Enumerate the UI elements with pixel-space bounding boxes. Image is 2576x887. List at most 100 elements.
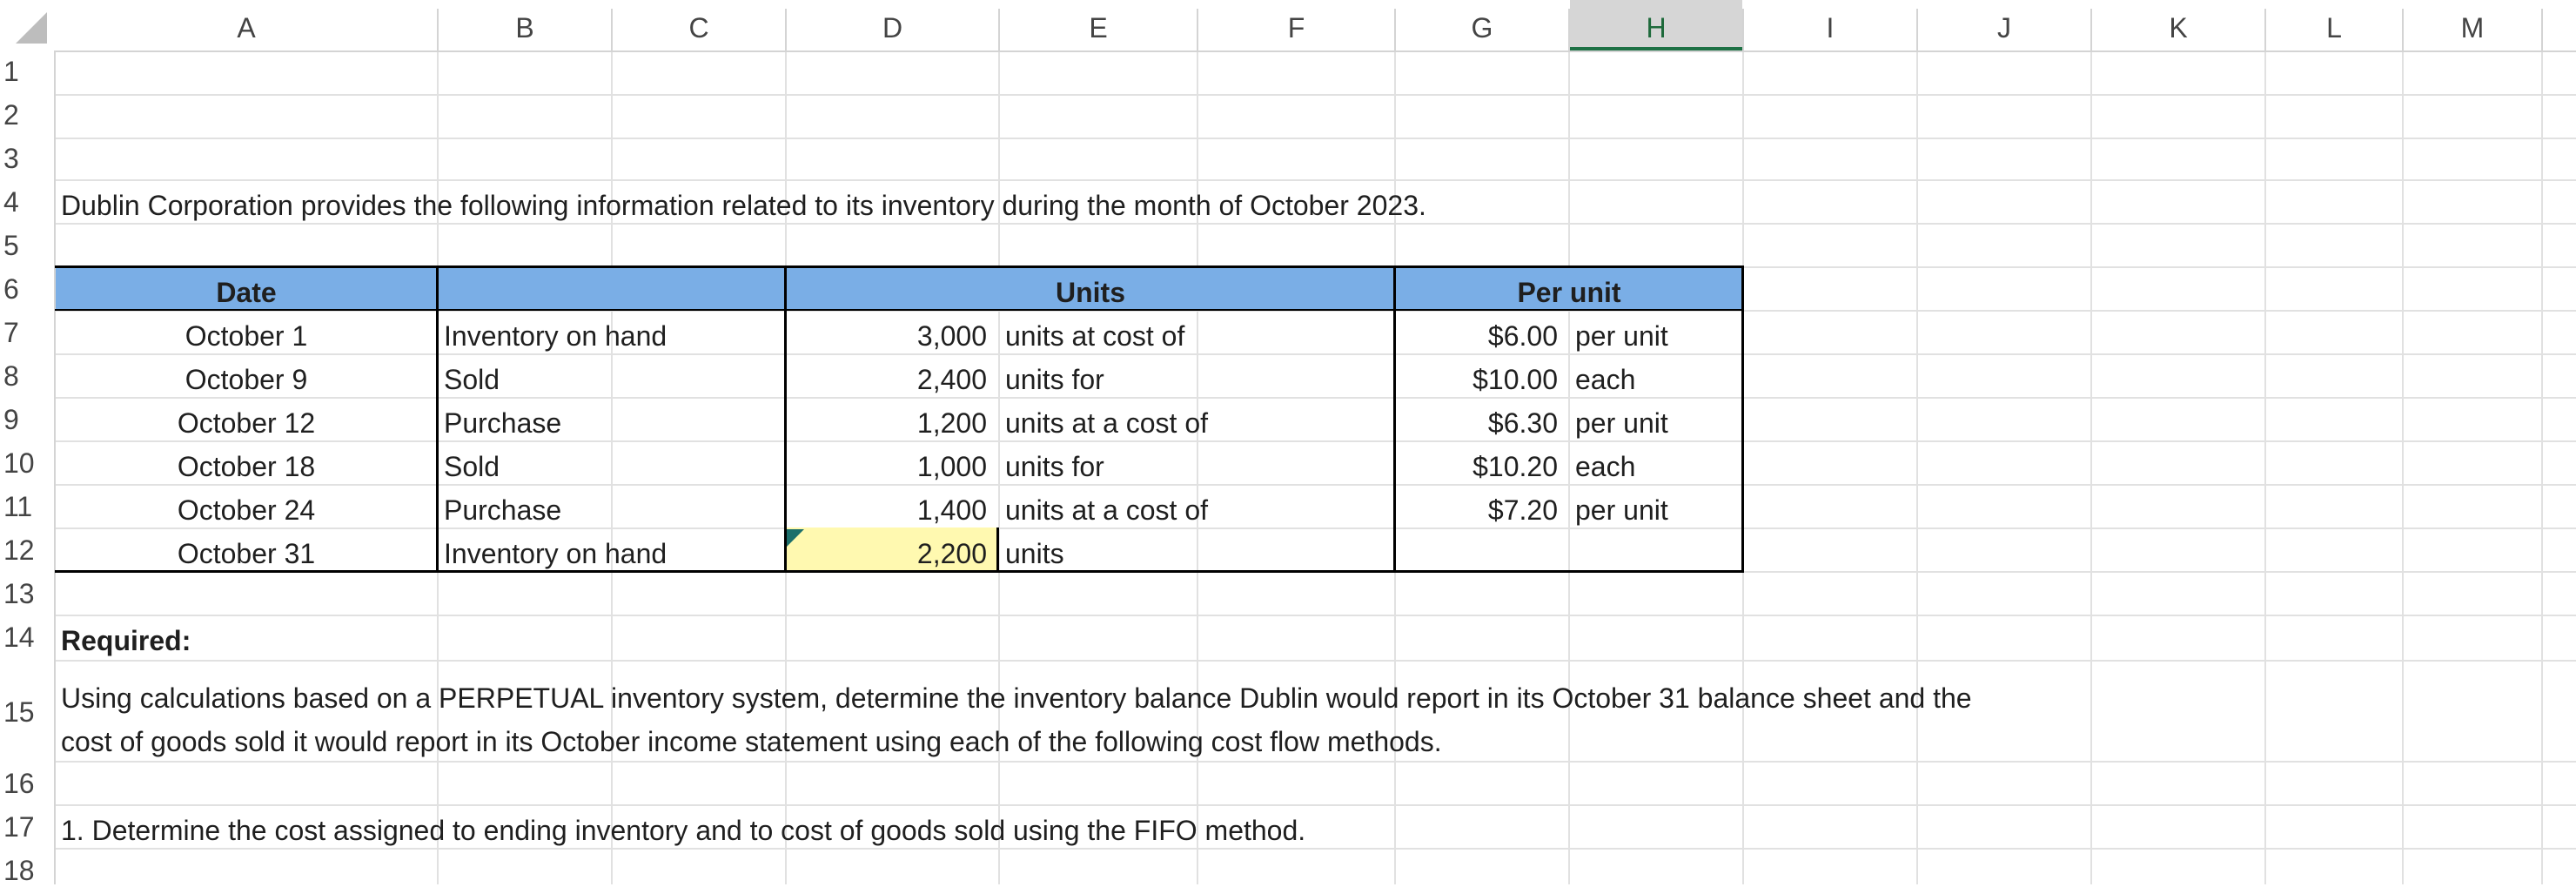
row-header-4[interactable]: 4 xyxy=(0,186,30,218)
column-header-l[interactable]: L xyxy=(2266,0,2402,50)
grid-line xyxy=(2264,50,2266,884)
table-date[interactable]: October 1 xyxy=(56,322,437,350)
intro-text[interactable]: Dublin Corporation provides the followin… xyxy=(61,192,1426,219)
row-header-5[interactable]: 5 xyxy=(0,230,30,262)
column-header-bar: A B C D E F G H I J K L M xyxy=(0,0,2576,52)
row-header-12[interactable]: 12 xyxy=(0,534,30,567)
table-units-text[interactable]: units at a cost of xyxy=(1005,409,1208,437)
grid-line xyxy=(54,848,2576,850)
table-date[interactable]: October 24 xyxy=(56,496,437,524)
grid-line xyxy=(2541,50,2543,884)
table-units-text[interactable]: units at a cost of xyxy=(1005,496,1208,524)
select-all-corner[interactable] xyxy=(16,12,47,44)
row-header-15[interactable]: 15 xyxy=(0,696,30,729)
table-date[interactable]: October 12 xyxy=(56,409,437,437)
table-units-text[interactable]: units at cost of xyxy=(1005,322,1184,350)
table-description[interactable]: Purchase xyxy=(444,409,561,437)
table-units-text[interactable]: units for xyxy=(1005,453,1104,480)
required-label[interactable]: Required: xyxy=(61,627,191,655)
grid-line xyxy=(611,50,613,884)
grid-line xyxy=(1916,50,1918,884)
table-price[interactable]: $6.30 xyxy=(1396,409,1558,437)
table-description[interactable]: Inventory on hand xyxy=(444,540,667,568)
table-price-text[interactable]: per unit xyxy=(1575,322,1668,350)
grid-line xyxy=(54,353,2576,355)
table-units-text[interactable]: units for xyxy=(1005,366,1104,393)
cell-border xyxy=(996,527,999,571)
column-header-c[interactable]: C xyxy=(613,0,785,50)
column-header-h[interactable]: H xyxy=(1570,0,1742,50)
table-description[interactable]: Sold xyxy=(444,366,500,393)
table-price-text[interactable]: per unit xyxy=(1575,496,1668,524)
column-header-e[interactable]: E xyxy=(1000,0,1197,50)
table-price[interactable]: $10.00 xyxy=(1396,366,1558,393)
column-separator[interactable] xyxy=(2541,9,2543,50)
column-header-b[interactable]: B xyxy=(439,0,611,50)
row-header-1[interactable]: 1 xyxy=(0,56,30,88)
table-description[interactable]: Inventory on hand xyxy=(444,322,667,350)
grid-line xyxy=(54,440,2576,442)
grid-line xyxy=(54,179,2576,181)
question-1[interactable]: 1. Determine the cost assigned to ending… xyxy=(61,816,1305,844)
table-units[interactable]: 1,400 xyxy=(787,496,987,524)
table-units-text[interactable]: units xyxy=(1005,540,1064,568)
table-description[interactable]: Purchase xyxy=(444,496,561,524)
table-price[interactable]: $6.00 xyxy=(1396,322,1558,350)
table-date[interactable]: October 31 xyxy=(56,540,437,568)
table-date[interactable]: October 9 xyxy=(56,366,437,393)
table-units[interactable]: 2,400 xyxy=(787,366,987,393)
row-header-bar: 1 2 3 4 5 6 7 8 9 10 11 12 13 14 15 16 1… xyxy=(0,50,56,884)
table-price[interactable]: $7.20 xyxy=(1396,496,1558,524)
row-header-17[interactable]: 17 xyxy=(0,811,30,843)
grid-line xyxy=(54,527,2576,529)
table-price[interactable]: $10.20 xyxy=(1396,453,1558,480)
grid-line xyxy=(54,615,2576,616)
header-date[interactable]: Date xyxy=(56,279,437,306)
grid-line xyxy=(54,804,2576,806)
grid-line xyxy=(2402,50,2404,884)
table-price-text[interactable]: each xyxy=(1575,453,1635,480)
table-units[interactable]: 2,200 xyxy=(787,540,987,568)
column-header-m[interactable]: M xyxy=(2404,0,2541,50)
table-price-text[interactable]: per unit xyxy=(1575,409,1668,437)
row-header-2[interactable]: 2 xyxy=(0,99,30,131)
column-header-d[interactable]: D xyxy=(787,0,998,50)
row-header-11[interactable]: 11 xyxy=(0,491,30,523)
header-per-unit[interactable]: Per unit xyxy=(1396,279,1742,306)
table-price-text[interactable]: each xyxy=(1575,366,1635,393)
row-header-13[interactable]: 13 xyxy=(0,578,30,610)
instruction-line-2[interactable]: cost of goods sold it would report in it… xyxy=(61,728,1442,756)
grid-line xyxy=(54,484,2576,486)
table-units[interactable]: 1,000 xyxy=(787,453,987,480)
column-header-k[interactable]: K xyxy=(2092,0,2264,50)
grid-line xyxy=(1197,50,1198,884)
row-header-7[interactable]: 7 xyxy=(0,317,30,349)
row-header-16[interactable]: 16 xyxy=(0,768,30,800)
column-header-f[interactable]: F xyxy=(1198,0,1394,50)
row-header-10[interactable]: 10 xyxy=(0,447,30,480)
row-header-9[interactable]: 9 xyxy=(0,404,30,436)
column-header-j[interactable]: J xyxy=(1918,0,2090,50)
table-date[interactable]: October 18 xyxy=(56,453,437,480)
column-header-a[interactable]: A xyxy=(56,0,437,50)
table-border-right xyxy=(1741,265,1744,573)
grid-line xyxy=(1568,50,1570,884)
row-header-18[interactable]: 18 xyxy=(0,855,30,887)
table-units[interactable]: 3,000 xyxy=(787,322,987,350)
table-border-header xyxy=(55,309,1743,311)
column-header-i[interactable]: I xyxy=(1744,0,1916,50)
grid-line xyxy=(2090,50,2092,884)
row-header-6[interactable]: 6 xyxy=(0,273,30,306)
header-units[interactable]: Units xyxy=(787,279,1394,306)
row-header-14[interactable]: 14 xyxy=(0,622,30,654)
grid-line xyxy=(998,50,1000,884)
table-units[interactable]: 1,200 xyxy=(787,409,987,437)
instruction-line-1[interactable]: Using calculations based on a PERPETUAL … xyxy=(61,684,1972,712)
grid-line xyxy=(54,94,2576,96)
column-header-g[interactable]: G xyxy=(1396,0,1568,50)
grid-line xyxy=(54,761,2576,763)
row-header-3[interactable]: 3 xyxy=(0,143,30,175)
table-border-top xyxy=(55,265,1743,268)
row-header-8[interactable]: 8 xyxy=(0,360,30,393)
table-description[interactable]: Sold xyxy=(444,453,500,480)
